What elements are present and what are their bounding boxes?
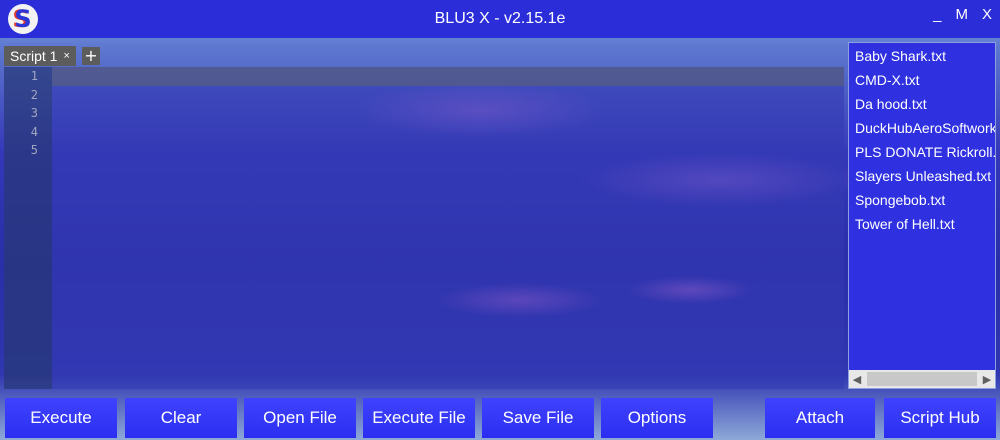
list-item[interactable]: Baby Shark.txt xyxy=(849,44,995,68)
line-number: 5 xyxy=(30,143,38,157)
save-file-button[interactable]: Save File xyxy=(482,398,594,438)
scrollbar-thumb[interactable] xyxy=(867,372,977,386)
scroll-right-icon[interactable]: ▶ xyxy=(979,370,995,388)
tab-strip: Script 1 × + xyxy=(4,46,100,66)
tab-script-1[interactable]: Script 1 × xyxy=(4,46,76,66)
tab-close-icon[interactable]: × xyxy=(63,50,69,62)
list-item[interactable]: Da hood.txt xyxy=(849,92,995,116)
minimize-button[interactable]: _ xyxy=(933,6,941,23)
line-number: 3 xyxy=(30,106,38,120)
line-number: 2 xyxy=(30,87,38,102)
list-item[interactable]: Tower of Hell.txt xyxy=(849,212,995,236)
attach-button[interactable]: Attach xyxy=(765,398,875,438)
horizontal-scrollbar[interactable]: ◀ ▶ xyxy=(849,370,995,388)
window-controls: _ M X xyxy=(933,6,992,23)
options-button[interactable]: Options xyxy=(601,398,713,438)
list-item[interactable]: PLS DONATE Rickroll.txt xyxy=(849,140,995,164)
list-item[interactable]: Spongebob.txt xyxy=(849,188,995,212)
list-item[interactable]: DuckHubAeroSoftworks.txt xyxy=(849,116,995,140)
list-item[interactable]: CMD-X.txt xyxy=(849,68,995,92)
line-number-gutter: 1 2 3 4 5 xyxy=(4,67,52,389)
execute-button[interactable]: Execute xyxy=(5,398,117,438)
window-title: BLU3 X - v2.15.1e xyxy=(434,10,566,27)
scroll-left-icon[interactable]: ◀ xyxy=(849,370,865,388)
app-logo: S xyxy=(8,4,38,34)
title-bar[interactable]: S BLU3 X - v2.15.1e _ M X xyxy=(0,0,1000,38)
clear-button[interactable]: Clear xyxy=(125,398,237,438)
add-tab-button[interactable]: + xyxy=(81,47,100,65)
close-button[interactable]: X xyxy=(982,6,992,23)
line-number: 1 xyxy=(30,69,38,83)
list-item[interactable]: Slayers Unleashed.txt xyxy=(849,164,995,188)
execute-file-button[interactable]: Execute File xyxy=(363,398,475,438)
script-list[interactable]: Baby Shark.txt CMD-X.txt Da hood.txt Duc… xyxy=(848,42,996,389)
script-editor[interactable]: 1 2 3 4 5 xyxy=(4,67,844,389)
code-area[interactable] xyxy=(52,86,844,389)
maximize-button[interactable]: M xyxy=(955,6,968,23)
script-hub-button[interactable]: Script Hub xyxy=(884,398,996,438)
line-number: 4 xyxy=(30,124,38,139)
open-file-button[interactable]: Open File xyxy=(244,398,356,438)
tab-label: Script 1 xyxy=(10,48,58,64)
current-line-highlight[interactable] xyxy=(52,67,844,86)
